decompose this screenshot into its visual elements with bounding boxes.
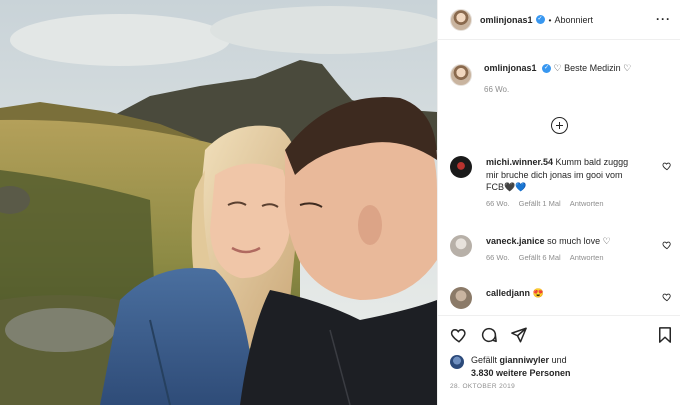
post-caption: omlinjonas1 ✓ ♡ Beste Medizin ♡ 66 Wo. [450, 62, 672, 94]
commenter-username[interactable]: michi.winner.54 [486, 157, 553, 167]
comment-icon[interactable] [480, 326, 498, 344]
comment-item: vaneck.janice so much love ♡ 66 Wo. Gefä… [450, 235, 672, 262]
comment-like-heart-icon[interactable] [662, 240, 672, 250]
commenter-avatar[interactable] [450, 235, 472, 257]
likes-summary: Gefällt gianniwyler und 3.830 weitere Pe… [450, 354, 571, 379]
commenter-avatar[interactable] [450, 156, 472, 178]
comment-item: michi.winner.54 Kumm bald zuggg mir bruc… [450, 156, 672, 208]
comment-time[interactable]: 66 Wo. [486, 253, 510, 262]
commenter-username[interactable]: calledjann [486, 288, 530, 298]
caption-username[interactable]: omlinjonas1 [484, 63, 537, 73]
comment-item: calledjann 😍 [450, 287, 672, 309]
commenter-username[interactable]: vaneck.janice [486, 236, 545, 246]
separator-dot: • [548, 14, 552, 25]
heart-icon[interactable] [450, 326, 468, 344]
comment-text: so much love ♡ [547, 236, 611, 246]
comment-likes[interactable]: Gefällt 6 Mal [519, 253, 561, 262]
commenter-avatar[interactable] [450, 287, 472, 309]
plus-circle-icon[interactable] [551, 117, 568, 134]
post-photo[interactable] [0, 0, 437, 405]
post-actions-bar: Gefällt gianniwyler und 3.830 weitere Pe… [438, 315, 680, 405]
caption-author-avatar[interactable] [450, 64, 472, 86]
more-options-icon[interactable]: ··· [656, 12, 671, 26]
likes-others-link[interactable]: 3.830 weitere Personen [471, 368, 571, 378]
likes-connector: und [551, 355, 567, 365]
author-username[interactable]: omlinjonas1 [480, 15, 533, 25]
caption-timestamp[interactable]: 66 Wo. [484, 85, 631, 94]
reply-button[interactable]: Antworten [570, 253, 604, 262]
share-icon[interactable] [510, 326, 528, 344]
follow-status-button[interactable]: Abonniert [555, 15, 594, 25]
comment-like-heart-icon[interactable] [662, 161, 672, 171]
reply-button[interactable]: Antworten [570, 199, 604, 208]
post-date[interactable]: 28. OKTOBER 2019 [450, 383, 515, 390]
bookmark-icon[interactable] [656, 326, 674, 344]
liker-username[interactable]: gianniwyler [500, 355, 550, 365]
verified-badge-icon: ✓ [535, 15, 545, 24]
author-avatar[interactable] [450, 8, 472, 31]
likes-prefix: Gefällt [471, 355, 498, 365]
comment-time[interactable]: 66 Wo. [486, 199, 510, 208]
post-header: omlinjonas1 ✓ • Abonniert ··· [438, 0, 680, 40]
verified-badge-icon: ✓ [542, 64, 552, 74]
liker-avatar[interactable] [450, 355, 464, 369]
caption-text: ♡ Beste Medizin ♡ [553, 63, 632, 73]
instagram-post-view: omlinjonas1 ✓ • Abonniert ··· omlinjonas… [0, 0, 680, 405]
comment-like-heart-icon[interactable] [662, 292, 672, 302]
comment-text: 😍 [532, 288, 544, 298]
post-photo-illustration [0, 0, 437, 405]
comment-likes[interactable]: Gefällt 1 Mal [519, 199, 561, 208]
post-side-panel: omlinjonas1 ✓ • Abonniert ··· omlinjonas… [437, 0, 680, 405]
